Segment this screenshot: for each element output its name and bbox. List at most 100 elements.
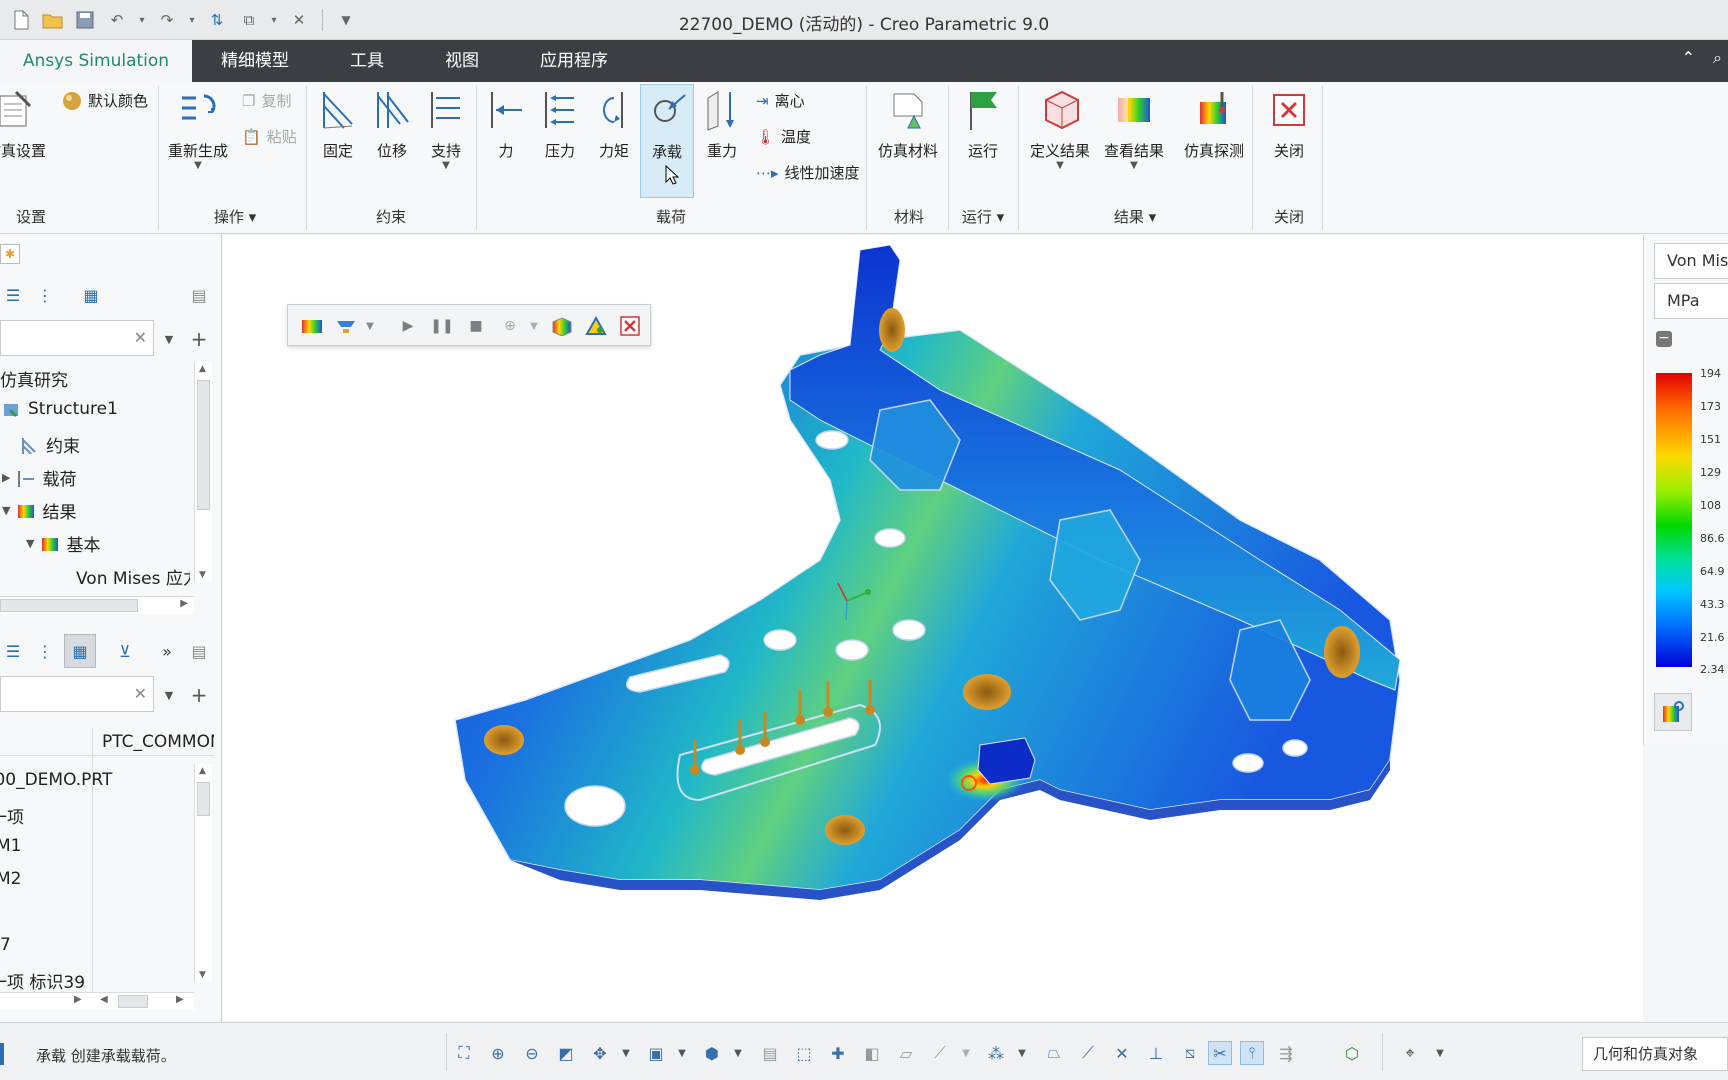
- hexagon-status-icon[interactable]: ⬡: [1340, 1041, 1364, 1065]
- dropdown-arrow-icon[interactable]: ▼: [954, 1041, 978, 1065]
- load-arrows-toggle-icon[interactable]: ⫯: [1240, 1041, 1264, 1065]
- temperature-load-button[interactable]: 🌡 温度: [756, 126, 811, 147]
- section-icon[interactable]: ◧: [860, 1041, 884, 1065]
- probe-dropdown-icon[interactable]: ▼: [522, 314, 546, 338]
- dropdown-arrow-icon[interactable]: ▼: [1428, 1041, 1452, 1065]
- clear-search-icon[interactable]: ✕: [134, 684, 147, 703]
- paste-button[interactable]: 📋 粘贴: [242, 126, 297, 147]
- tab-ansys-simulation[interactable]: Ansys Simulation: [0, 40, 192, 82]
- dropdown-arrow-icon[interactable]: ▼: [614, 1041, 638, 1065]
- view-result-button[interactable]: 查看结果 ▼: [1098, 88, 1170, 171]
- axis-display-icon[interactable]: ⟋: [928, 1041, 952, 1065]
- tree-horizontal-scrollbar[interactable]: ▶: [0, 596, 194, 614]
- tree-list-icon[interactable]: ☰: [0, 282, 26, 308]
- gravity-load-button[interactable]: 重力: [698, 88, 746, 161]
- layer-vertical-scrollbar[interactable]: ▲ ▼: [194, 764, 212, 982]
- sim-probe-button[interactable]: 仿真探测: [1178, 88, 1250, 161]
- tree-vertical-scrollbar[interactable]: ▲ ▼: [194, 362, 212, 582]
- dropdown-arrow-icon[interactable]: ▼: [1010, 1041, 1034, 1065]
- model-tab-icon[interactable]: ✱: [0, 244, 20, 264]
- search-dropdown-icon[interactable]: ▼: [156, 682, 182, 708]
- constraint-display-icon[interactable]: ⟋: [1076, 1041, 1100, 1065]
- run-button[interactable]: 运行: [954, 88, 1012, 161]
- default-color-button[interactable]: 默认颜色: [62, 90, 148, 111]
- mesh-results-icon[interactable]: [584, 314, 608, 338]
- add-filter-icon[interactable]: +: [186, 682, 212, 708]
- group-label-results[interactable]: 结果 ▾: [1100, 206, 1170, 227]
- selection-filter-dropdown[interactable]: 几何和仿真对象: [1582, 1037, 1728, 1071]
- load-display-icon[interactable]: ⏢: [1042, 1041, 1066, 1065]
- display-options-dropdown-icon[interactable]: ▼: [358, 314, 382, 338]
- mesh-display-icon[interactable]: ⧅: [1178, 1041, 1202, 1065]
- scroll-thumb[interactable]: [197, 380, 210, 510]
- tree-item-sim-study[interactable]: 仿真研究: [0, 366, 68, 391]
- add-filter-icon[interactable]: +: [186, 326, 212, 352]
- display-style-icon[interactable]: ⬢: [700, 1041, 724, 1065]
- point-display-icon[interactable]: ✕: [1110, 1041, 1134, 1065]
- collapse-legend-icon[interactable]: −: [1656, 331, 1672, 347]
- layer-filter-icon[interactable]: ⊻: [112, 638, 138, 664]
- refit-icon[interactable]: ⛶: [452, 1041, 476, 1065]
- dropdown-arrow-icon[interactable]: ▼: [726, 1041, 750, 1065]
- layer-list-icon[interactable]: ☰: [0, 638, 26, 664]
- spin-center-icon[interactable]: ✥: [588, 1041, 612, 1065]
- collapse-ribbon-icon[interactable]: ⌃: [1682, 48, 1695, 68]
- force-load-button[interactable]: 力: [482, 88, 530, 161]
- stop-icon[interactable]: ■: [464, 314, 488, 338]
- search-icon[interactable]: ⌕: [1713, 48, 1722, 68]
- legend-settings-icon[interactable]: [1654, 693, 1692, 731]
- regenerate-button[interactable]: 重新生成 ▼: [164, 88, 232, 171]
- tree-item-constraints[interactable]: 约束: [20, 432, 80, 457]
- layer-settings-icon[interactable]: ▤: [186, 638, 212, 664]
- group-label-operations[interactable]: 操作 ▾: [200, 206, 270, 227]
- play-icon[interactable]: ▶: [396, 314, 420, 338]
- sim-material-button[interactable]: 仿真材料: [872, 88, 944, 161]
- collapse-arrow-icon[interactable]: ▼: [2, 504, 10, 517]
- tree-item-von-mises[interactable]: Von Mises 应力: [70, 564, 190, 589]
- zoom-out-icon[interactable]: ⊖: [520, 1041, 544, 1065]
- more-icon[interactable]: »: [154, 638, 180, 664]
- zoom-in-icon[interactable]: ⊕: [486, 1041, 510, 1065]
- saved-orientations-icon[interactable]: ▣: [644, 1041, 668, 1065]
- displacement-constraint-button[interactable]: 位移: [366, 88, 418, 161]
- pressure-load-button[interactable]: 压力: [536, 88, 584, 161]
- sim-display-icon[interactable]: ✂: [1208, 1041, 1232, 1065]
- close-toolbar-icon[interactable]: [618, 314, 642, 338]
- table-row[interactable]: 一项: [0, 803, 24, 828]
- layer-search-input[interactable]: ✕: [0, 676, 154, 712]
- tree-search-input[interactable]: ✕: [0, 320, 154, 356]
- pause-icon[interactable]: ❚❚: [430, 314, 454, 338]
- close-simulation-button[interactable]: 关闭: [1258, 88, 1320, 161]
- fixed-constraint-button[interactable]: 固定: [312, 88, 364, 161]
- result-type-dropdown[interactable]: Von Mises: [1654, 243, 1728, 279]
- tab-detail-model[interactable]: 精细模型: [221, 40, 289, 82]
- expand-arrow-icon[interactable]: ▶: [2, 471, 10, 484]
- probe-point-icon[interactable]: ⊕: [498, 314, 522, 338]
- tree-item-structure1[interactable]: Structure1: [2, 399, 118, 419]
- result-display-icon[interactable]: [300, 314, 324, 338]
- linear-acceleration-button[interactable]: ⋯▸ 线性加速度: [756, 162, 860, 183]
- search-dropdown-icon[interactable]: ▼: [156, 326, 182, 352]
- scroll-thumb[interactable]: [197, 782, 210, 816]
- tree-item-loads[interactable]: ▶ 载荷: [2, 465, 76, 490]
- group-label-run[interactable]: 运行 ▾: [952, 206, 1014, 227]
- moment-load-button[interactable]: 力矩: [590, 88, 638, 161]
- sim-settings-button[interactable]: 仿真设置: [0, 88, 52, 161]
- repaint-icon[interactable]: ◩: [554, 1041, 578, 1065]
- tab-view[interactable]: 视图: [445, 40, 479, 82]
- define-result-button[interactable]: 定义结果 ▼: [1024, 88, 1096, 171]
- centrifugal-load-button[interactable]: ⇥ 离心: [756, 90, 805, 111]
- layer-horizontal-scrollbar[interactable]: ▶ ◀ ▶: [0, 992, 194, 1010]
- table-row[interactable]: 22700_DEMO.PRT: [0, 770, 112, 790]
- tree-item-basic[interactable]: ▼ 基本: [26, 531, 100, 556]
- perspective-icon[interactable]: ⬚: [792, 1041, 816, 1065]
- bearing-load-button[interactable]: 承载: [640, 84, 694, 198]
- view-manager-icon[interactable]: ▤: [758, 1041, 782, 1065]
- cube-results-icon[interactable]: [550, 314, 574, 338]
- layer-expand-icon[interactable]: ⋮: [32, 638, 58, 664]
- table-row[interactable]: 一项 标识39: [0, 968, 85, 993]
- plane-display-icon[interactable]: ▱: [894, 1041, 918, 1065]
- tree-settings-icon[interactable]: ▤: [186, 282, 212, 308]
- find-binoculars-icon[interactable]: ⌖: [1398, 1041, 1422, 1065]
- tab-tools[interactable]: 工具: [350, 40, 384, 82]
